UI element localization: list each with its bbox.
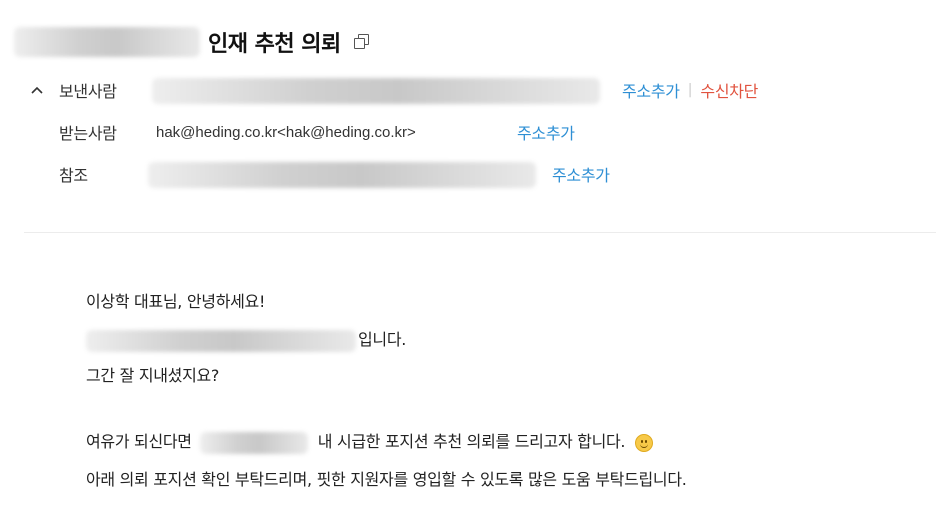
body-line-4: 여유가 되신다면 내 시급한 포지션 추천 의뢰를 드리고자 합니다. [86,430,654,454]
sender-label: 보낸사람 [59,82,117,101]
chevron-up-icon[interactable] [30,82,44,98]
header-divider [24,232,936,233]
block-sender-link[interactable]: 수신차단 [700,78,758,102]
cc-add-address-link[interactable]: 주소추가 [552,162,610,186]
redacted-sender-address [152,78,600,104]
subject-row: 인재 추천 의뢰 [14,24,371,60]
to-label: 받는사람 [59,124,117,143]
line4-prefix: 여유가 되신다면 [86,432,192,451]
body-line-5: 아래 의뢰 포지션 확인 부탁드리며, 핏한 지원자를 영입할 수 있도록 많은… [86,470,687,489]
to-address[interactable]: hak@heding.co.kr<hak@heding.co.kr> [156,124,416,141]
redacted-company [199,431,308,454]
redacted-sender-name [86,329,356,352]
separator: | [687,82,693,98]
body-line-3: 그간 잘 지내셨지요? [86,366,220,385]
copy-icon[interactable] [353,33,371,51]
redacted-subject-prefix [14,27,200,57]
sender-row: 보낸사람 주소추가 | 수신차단 [0,75,936,105]
email-subject: 인재 추천 의뢰 [208,32,341,57]
body-intro-line: 입니다. [86,328,406,352]
cc-label: 참조 [59,166,88,185]
intro-suffix: 입니다. [358,330,407,349]
to-add-address-link[interactable]: 주소추가 [517,120,575,144]
body-greeting: 이상학 대표님, 안녕하세요! [86,292,266,311]
cc-row: 참조 주소추가 [0,159,936,189]
to-row: 받는사람 hak@heding.co.kr<hak@heding.co.kr> … [0,117,936,147]
sender-actions: 주소추가 | 수신차단 [622,78,758,102]
line4-suffix: 내 시급한 포지션 추천 의뢰를 드리고자 합니다. [317,432,626,451]
smiley-emoji-icon [635,433,654,452]
redacted-cc-address [148,162,536,188]
sender-add-address-link[interactable]: 주소추가 [622,78,680,102]
